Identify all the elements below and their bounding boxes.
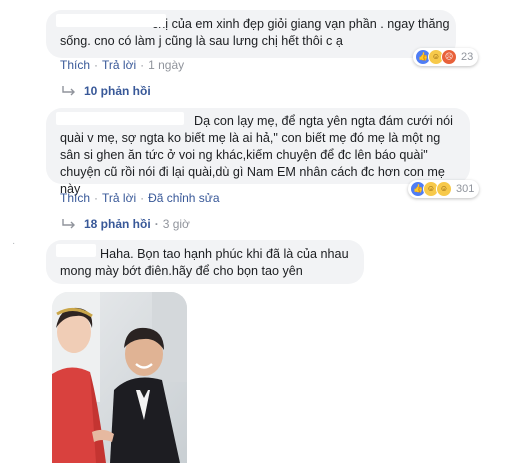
comment-text: Dạ con lạy mẹ, để ngta yên ngta đám cưới… bbox=[60, 114, 453, 196]
reaction-summary[interactable]: 👍 ☺ ☹ 23 bbox=[413, 48, 479, 66]
reaction-summary[interactable]: 👍 ☺ ☺ 301 bbox=[408, 180, 480, 198]
comment-bubble: chị của em xinh đẹp giỏi giang vạn phần … bbox=[46, 10, 456, 58]
comment-actions: Thích · Trả lời · Đã chỉnh sửa bbox=[60, 191, 220, 205]
reply-arrow-icon bbox=[62, 86, 75, 96]
redacted-name bbox=[56, 244, 96, 257]
like-link[interactable]: Thích bbox=[60, 191, 90, 205]
reaction-count: 301 bbox=[456, 183, 475, 195]
side-marker: · bbox=[12, 238, 16, 249]
view-replies[interactable]: 18 phản hồi · 3 giờ bbox=[62, 217, 190, 231]
replies-count[interactable]: 10 phản hồi bbox=[84, 84, 151, 98]
replies-count[interactable]: 18 phản hồi bbox=[84, 217, 151, 231]
haha-icon: ☺ bbox=[436, 181, 452, 197]
view-replies[interactable]: 10 phản hồi bbox=[62, 84, 151, 98]
comment-actions: Thích · Trả lời · 1 ngày bbox=[60, 58, 185, 72]
comment-bubble: Haha. Bọn tao hạnh phúc khi đã là của nh… bbox=[46, 240, 364, 284]
redacted-name bbox=[56, 112, 184, 125]
wedding-photo bbox=[52, 292, 187, 463]
like-link[interactable]: Thích bbox=[60, 58, 90, 72]
comment-bubble: Dạ con lạy mẹ, để ngta yên ngta đám cưới… bbox=[46, 108, 470, 196]
angry-icon: ☹ bbox=[441, 49, 457, 65]
reaction-count: 23 bbox=[461, 51, 474, 63]
reply-link[interactable]: Trả lời bbox=[102, 58, 136, 72]
reply-arrow-icon bbox=[62, 219, 75, 229]
comment-text: Haha. Bọn tao hạnh phúc khi đã là của nh… bbox=[60, 247, 349, 278]
redacted-name bbox=[56, 14, 166, 27]
replies-time: 3 giờ bbox=[162, 217, 190, 231]
edited-link[interactable]: Đã chỉnh sửa bbox=[148, 191, 219, 205]
reply-link[interactable]: Trả lời bbox=[102, 191, 136, 205]
comment-time[interactable]: 1 ngày bbox=[148, 58, 184, 72]
attached-photo[interactable] bbox=[52, 292, 187, 463]
